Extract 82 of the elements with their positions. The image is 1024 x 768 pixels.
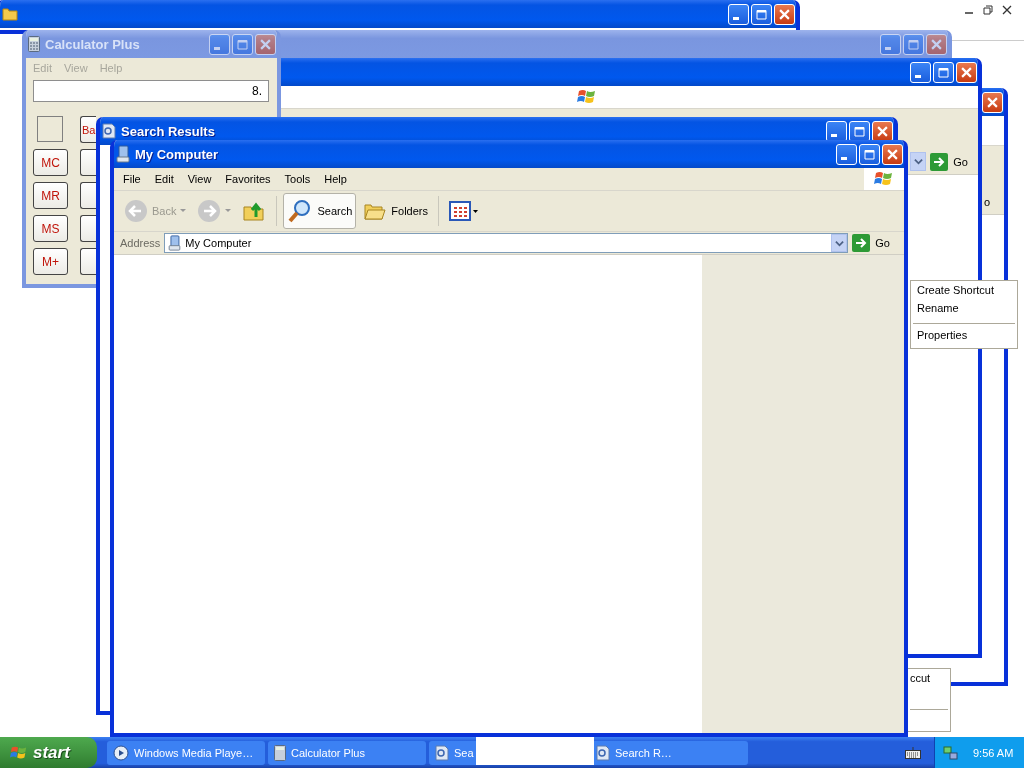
maximize-button[interactable]	[849, 120, 870, 142]
close-icon	[887, 148, 898, 160]
close-icon	[931, 38, 942, 50]
calculator-icon	[274, 744, 286, 761]
taskbar-button[interactable]: Windows Media Playe…	[107, 740, 265, 765]
menu-item[interactable]: Help	[317, 173, 354, 185]
caret-icon	[225, 209, 232, 213]
maximize-icon	[908, 38, 919, 50]
menu-item[interactable]: Rename	[911, 301, 1017, 319]
minimize-icon	[840, 156, 847, 160]
arrow-right-icon	[852, 234, 871, 252]
folders-button[interactable]: Folders	[359, 193, 432, 229]
computer-icon	[168, 235, 182, 251]
minimize-button[interactable]	[826, 120, 847, 142]
address-label: Address	[120, 237, 161, 249]
close-icon	[260, 38, 271, 50]
arrow-right-icon	[930, 152, 949, 171]
clock: 9:56 AM	[973, 746, 1014, 759]
close-button[interactable]	[872, 120, 893, 142]
maximize-icon	[237, 38, 248, 50]
menu-item[interactable]: Favorites	[218, 173, 278, 185]
menu-item[interactable]: Tools	[277, 173, 318, 185]
document-search-icon	[435, 744, 449, 761]
minimize-button[interactable]	[910, 61, 931, 83]
window-title: My Computer	[135, 146, 219, 162]
calculator-display: 8.	[33, 80, 269, 102]
start-button[interactable]: start	[0, 737, 97, 768]
close-button[interactable]	[774, 3, 795, 25]
menu-item[interactable]: Edit	[147, 173, 181, 185]
restore-icon[interactable]	[983, 5, 993, 15]
arrow-right-icon	[197, 199, 222, 223]
maximize-button[interactable]	[751, 3, 772, 25]
maximize-button[interactable]	[859, 143, 880, 165]
folder-icon	[2, 7, 18, 21]
network-icon[interactable]	[943, 744, 959, 761]
go-button[interactable]: Go	[930, 152, 968, 171]
search-button[interactable]: Search	[283, 193, 357, 229]
close-button[interactable]	[956, 61, 977, 83]
minimize-icon	[732, 16, 739, 20]
minimize-icon	[830, 133, 837, 137]
document-search-icon	[596, 744, 610, 761]
close-button[interactable]	[982, 91, 1003, 113]
menu-item[interactable]: ccut	[908, 671, 950, 689]
menu-item[interactable]: Create Shortcut	[911, 283, 1017, 301]
close-icon	[877, 125, 888, 137]
close-icon[interactable]	[1002, 5, 1012, 15]
maximize-button[interactable]	[933, 61, 954, 83]
minimize-icon	[914, 74, 921, 78]
close-icon	[987, 96, 998, 108]
close-button[interactable]	[882, 143, 903, 165]
minimize-button[interactable]	[836, 143, 857, 165]
document-search-icon	[102, 123, 116, 139]
go-button[interactable]: Go	[852, 234, 890, 252]
calculator-icon	[28, 36, 40, 52]
caret-icon	[180, 209, 187, 213]
address-field[interactable]: My Computer	[164, 233, 849, 253]
dropdown-button[interactable]	[831, 234, 848, 252]
menu-item[interactable]: Properties	[911, 328, 1017, 346]
minimize-icon	[884, 46, 891, 50]
play-disc-icon	[113, 744, 129, 761]
chevron-down-icon	[913, 157, 923, 166]
dropdown-button[interactable]	[910, 152, 927, 171]
computer-icon	[116, 145, 130, 163]
menu-item[interactable]: File	[116, 173, 148, 185]
menu-item[interactable]: View	[180, 173, 219, 185]
window-title: Search Results	[121, 123, 215, 139]
maximize-icon	[864, 148, 875, 160]
maximize-icon	[938, 66, 949, 78]
keyboard-icon[interactable]	[905, 746, 921, 759]
window-title: Calculator Plus	[45, 36, 140, 52]
go-button[interactable]: o	[983, 195, 990, 208]
chevron-down-icon	[834, 238, 844, 248]
indicator-box	[37, 116, 63, 142]
grid-view-icon	[449, 201, 479, 221]
taskbar-button[interactable]: Calculator Plus	[268, 740, 426, 765]
close-icon	[961, 66, 972, 78]
maximize-icon	[854, 125, 865, 137]
close-icon	[779, 8, 790, 20]
minimize-icon	[213, 46, 220, 50]
arrow-left-icon	[124, 199, 148, 223]
minimize-button[interactable]	[728, 3, 749, 25]
maximize-icon	[756, 8, 767, 20]
